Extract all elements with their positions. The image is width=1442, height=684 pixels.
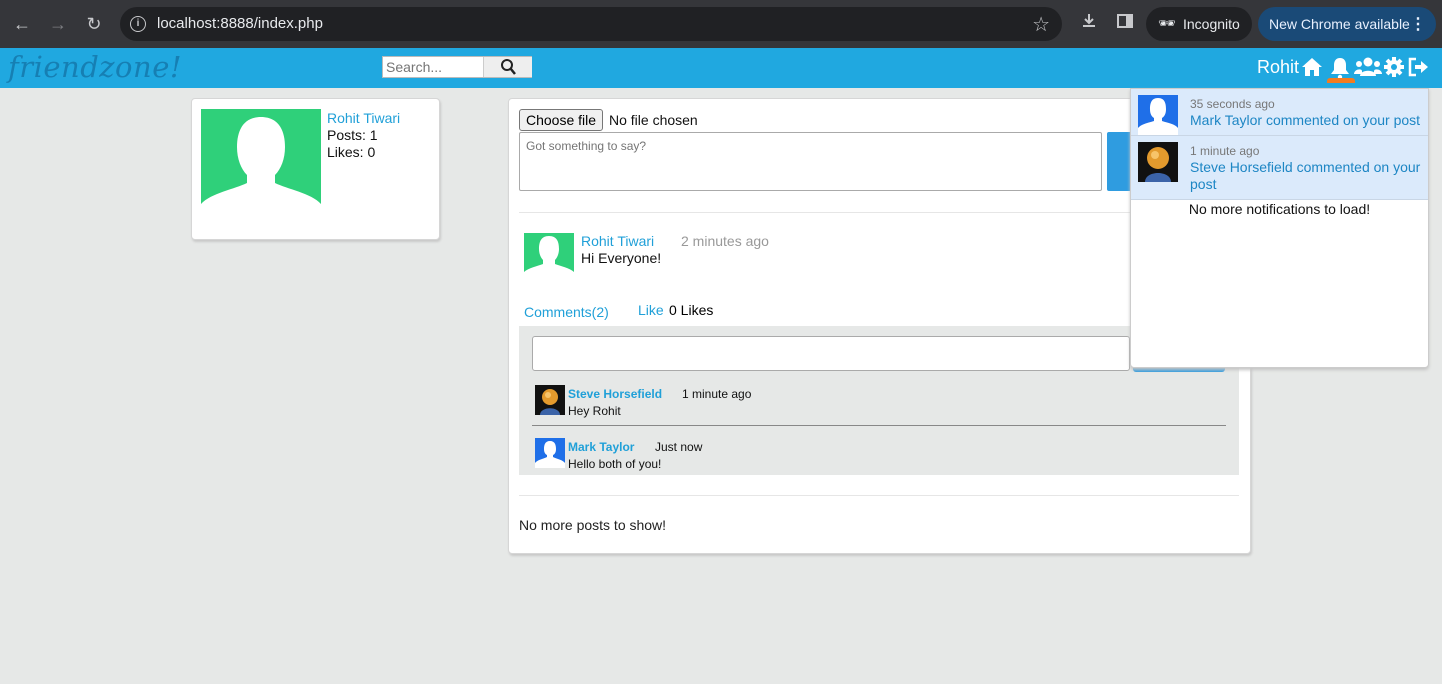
- incognito-label: Incognito: [1183, 16, 1240, 32]
- profile-post-count: Posts: 1: [327, 127, 378, 143]
- post-author-avatar[interactable]: [524, 233, 574, 279]
- comment-input[interactable]: [532, 336, 1130, 371]
- url-text[interactable]: localhost:8888/index.php: [157, 15, 323, 32]
- notifications-end-message: No more notifications to load!: [1188, 201, 1371, 217]
- notification-time: 1 minute ago: [1190, 144, 1260, 158]
- comment-time: Just now: [655, 440, 703, 454]
- notifications-dropdown: 35 seconds ago Mark Taylor commented on …: [1130, 88, 1429, 368]
- logout-icon[interactable]: [1407, 56, 1429, 83]
- update-chrome-button[interactable]: New Chrome available ⋮: [1258, 7, 1436, 41]
- comment-avatar[interactable]: [535, 385, 565, 415]
- profile-name[interactable]: Rohit Tiwari: [327, 110, 400, 126]
- forward-icon[interactable]: →: [46, 12, 70, 36]
- side-panel-icon[interactable]: [1116, 12, 1134, 35]
- feed-end-message: No more posts to show!: [519, 517, 667, 533]
- download-icon[interactable]: [1080, 12, 1098, 35]
- notification-text[interactable]: Mark Taylor commented on your post: [1190, 112, 1426, 129]
- bookmark-star-icon[interactable]: ☆: [1032, 12, 1050, 37]
- site-header: friendzone! Rohit: [0, 48, 1442, 88]
- comment-author[interactable]: Mark Taylor: [568, 440, 634, 454]
- notification-time: 35 seconds ago: [1190, 97, 1275, 111]
- profile-like-count: Likes: 0: [327, 144, 376, 160]
- comments-link[interactable]: Comments(2): [524, 304, 609, 320]
- browser-toolbar: ← → ↻ i localhost:8888/index.php ☆ 🕶 Inc…: [0, 0, 1442, 48]
- post-textarea[interactable]: [519, 132, 1102, 191]
- choose-file-button[interactable]: Choose file: [519, 109, 604, 131]
- friends-icon[interactable]: [1354, 56, 1382, 83]
- comment-time: 1 minute ago: [682, 387, 752, 401]
- logo[interactable]: friendzone!: [8, 50, 182, 84]
- menu-dots-icon[interactable]: ⋮: [1410, 14, 1426, 34]
- post-author[interactable]: Rohit Tiwari: [581, 233, 654, 249]
- address-bar[interactable]: i localhost:8888/index.php ☆: [120, 7, 1062, 41]
- home-icon[interactable]: [1300, 56, 1324, 83]
- file-status: No file chosen: [609, 112, 698, 128]
- search-icon: [501, 59, 516, 75]
- notification-avatar: [1138, 95, 1178, 135]
- divider: [519, 495, 1239, 496]
- settings-gear-icon[interactable]: [1383, 56, 1405, 83]
- notification-text[interactable]: Steve Horsefield commented on your post: [1190, 159, 1426, 193]
- incognito-indicator[interactable]: 🕶 Incognito: [1146, 7, 1252, 41]
- profile-card: Rohit Tiwari Posts: 1 Likes: 0: [191, 98, 440, 240]
- search-input[interactable]: [383, 57, 483, 77]
- comment-avatar[interactable]: [535, 438, 565, 468]
- site-info-icon[interactable]: i: [130, 16, 146, 32]
- comment-text: Hello both of you!: [568, 457, 662, 471]
- back-icon[interactable]: ←: [10, 12, 34, 36]
- post-time: 2 minutes ago: [681, 233, 769, 249]
- like-count: 0 Likes: [669, 302, 714, 318]
- comment-divider: [532, 425, 1226, 426]
- search-form: [382, 56, 532, 78]
- search-button[interactable]: [483, 57, 532, 77]
- post-body: Hi Everyone!: [581, 250, 662, 266]
- update-label: New Chrome available: [1269, 16, 1410, 32]
- notification-badge: [1327, 78, 1355, 83]
- reload-icon[interactable]: ↻: [82, 12, 106, 36]
- comment-text: Hey Rohit: [568, 404, 621, 418]
- like-link[interactable]: Like: [638, 302, 664, 318]
- user-profile-link[interactable]: Rohit: [1257, 57, 1299, 78]
- profile-avatar[interactable]: [201, 109, 321, 222]
- comment-author[interactable]: Steve Horsefield: [568, 387, 662, 401]
- incognito-icon: 🕶: [1158, 15, 1176, 31]
- notification-item[interactable]: 35 seconds ago Mark Taylor commented on …: [1131, 89, 1428, 136]
- notification-avatar: [1138, 142, 1178, 182]
- notification-item[interactable]: 1 minute ago Steve Horsefield commented …: [1131, 136, 1428, 200]
